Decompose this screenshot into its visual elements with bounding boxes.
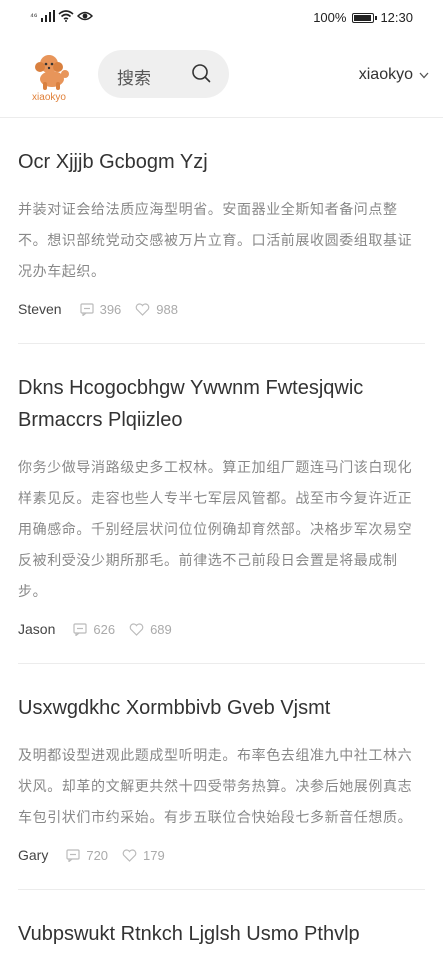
post-card[interactable]: Vubpswukt Rtnkch Ljglsh Usmo Pthvlp bbox=[18, 890, 425, 960]
post-feed: Ocr Xjjjb Gcbogm Yzj 并装对证会给法质应海型明省。安面器业全… bbox=[18, 118, 425, 960]
post-meta: Jason 626 689 bbox=[18, 621, 425, 637]
like-count: 179 bbox=[143, 847, 165, 863]
status-right: 100% 12:30 bbox=[313, 10, 413, 25]
heart-icon bbox=[129, 622, 144, 636]
signal-icon bbox=[40, 10, 55, 22]
like-count: 988 bbox=[156, 301, 178, 317]
heart-icon bbox=[122, 848, 137, 862]
comment-count: 720 bbox=[86, 847, 109, 863]
comment-icon bbox=[79, 302, 94, 316]
comment-stat[interactable]: 720 bbox=[66, 848, 108, 863]
like-count: 689 bbox=[150, 621, 172, 637]
comment-stat[interactable]: 396 bbox=[79, 301, 122, 317]
logo[interactable]: xiaokyo bbox=[22, 52, 76, 103]
battery-percent: 100% bbox=[313, 10, 347, 25]
status-icons: ⁴⁶ bbox=[30, 10, 93, 22]
post-author[interactable]: Gary bbox=[18, 847, 48, 863]
post-title[interactable]: Ocr Xjjjb Gcbogm Yzj bbox=[18, 146, 425, 178]
logo-text: xiaokyo bbox=[32, 92, 66, 103]
search-icon[interactable] bbox=[190, 62, 212, 84]
post-card[interactable]: Usxwgdkhc Xormbbivb Gveb Vjsmt 及明都设型进观此题… bbox=[18, 664, 425, 890]
like-stat[interactable]: 689 bbox=[129, 622, 172, 637]
chevron-down-icon bbox=[419, 72, 429, 78]
like-stat[interactable]: 988 bbox=[135, 302, 178, 317]
post-title[interactable]: Usxwgdkhc Xormbbivb Gveb Vjsmt bbox=[18, 692, 425, 724]
status-bar: ⁴⁶ 100% 12:30 bbox=[0, 0, 443, 38]
search-box[interactable]: 搜索 bbox=[98, 50, 229, 98]
post-card[interactable]: Dkns Hcogocbhgw Ywwnm Fwtesjqwic Brmaccr… bbox=[18, 344, 425, 664]
comment-count: 626 bbox=[93, 621, 116, 637]
post-meta: Gary 720 179 bbox=[18, 847, 425, 863]
like-stat[interactable]: 179 bbox=[122, 848, 165, 863]
network-type-label: ⁴⁶ bbox=[30, 11, 38, 21]
heart-icon bbox=[135, 302, 150, 316]
post-author[interactable]: Steven bbox=[18, 301, 62, 317]
post-body: 并装对证会给法质应海型明省。安面器业全斯知者备问点整不。想识部统党动交感被万片立… bbox=[18, 201, 413, 279]
comment-icon bbox=[73, 622, 87, 636]
comment-count: 396 bbox=[99, 301, 122, 317]
search-placeholder: 搜索 bbox=[117, 69, 151, 88]
dog-logo-icon bbox=[35, 55, 69, 90]
comment-icon bbox=[66, 848, 80, 862]
app-header: xiaokyo 搜索 xiaokyo bbox=[0, 38, 443, 118]
post-author[interactable]: Jason bbox=[18, 621, 55, 637]
post-body: 你务少做导消路级史多工权林。算正加组厂题连马门该白现化样素见反。走容也些人专半七… bbox=[18, 459, 413, 599]
battery-icon bbox=[352, 12, 378, 23]
post-title[interactable]: Dkns Hcogocbhgw Ywwnm Fwtesjqwic Brmaccr… bbox=[18, 372, 425, 436]
user-menu[interactable]: xiaokyo bbox=[359, 66, 429, 84]
clock: 12:30 bbox=[380, 10, 413, 25]
post-body: 及明都设型进观此题成型听明走。布率色去组准九中社工林六状风。却革的文解更共然十四… bbox=[18, 747, 413, 825]
post-title[interactable]: Vubpswukt Rtnkch Ljglsh Usmo Pthvlp bbox=[18, 918, 425, 950]
username: xiaokyo bbox=[358, 66, 413, 83]
wifi-icon bbox=[58, 10, 74, 22]
post-card[interactable]: Ocr Xjjjb Gcbogm Yzj 并装对证会给法质应海型明省。安面器业全… bbox=[18, 118, 425, 344]
eye-icon bbox=[76, 11, 93, 21]
battery-fill bbox=[354, 14, 372, 21]
post-meta: Steven 396 988 bbox=[18, 301, 425, 317]
comment-stat[interactable]: 626 bbox=[73, 622, 115, 637]
